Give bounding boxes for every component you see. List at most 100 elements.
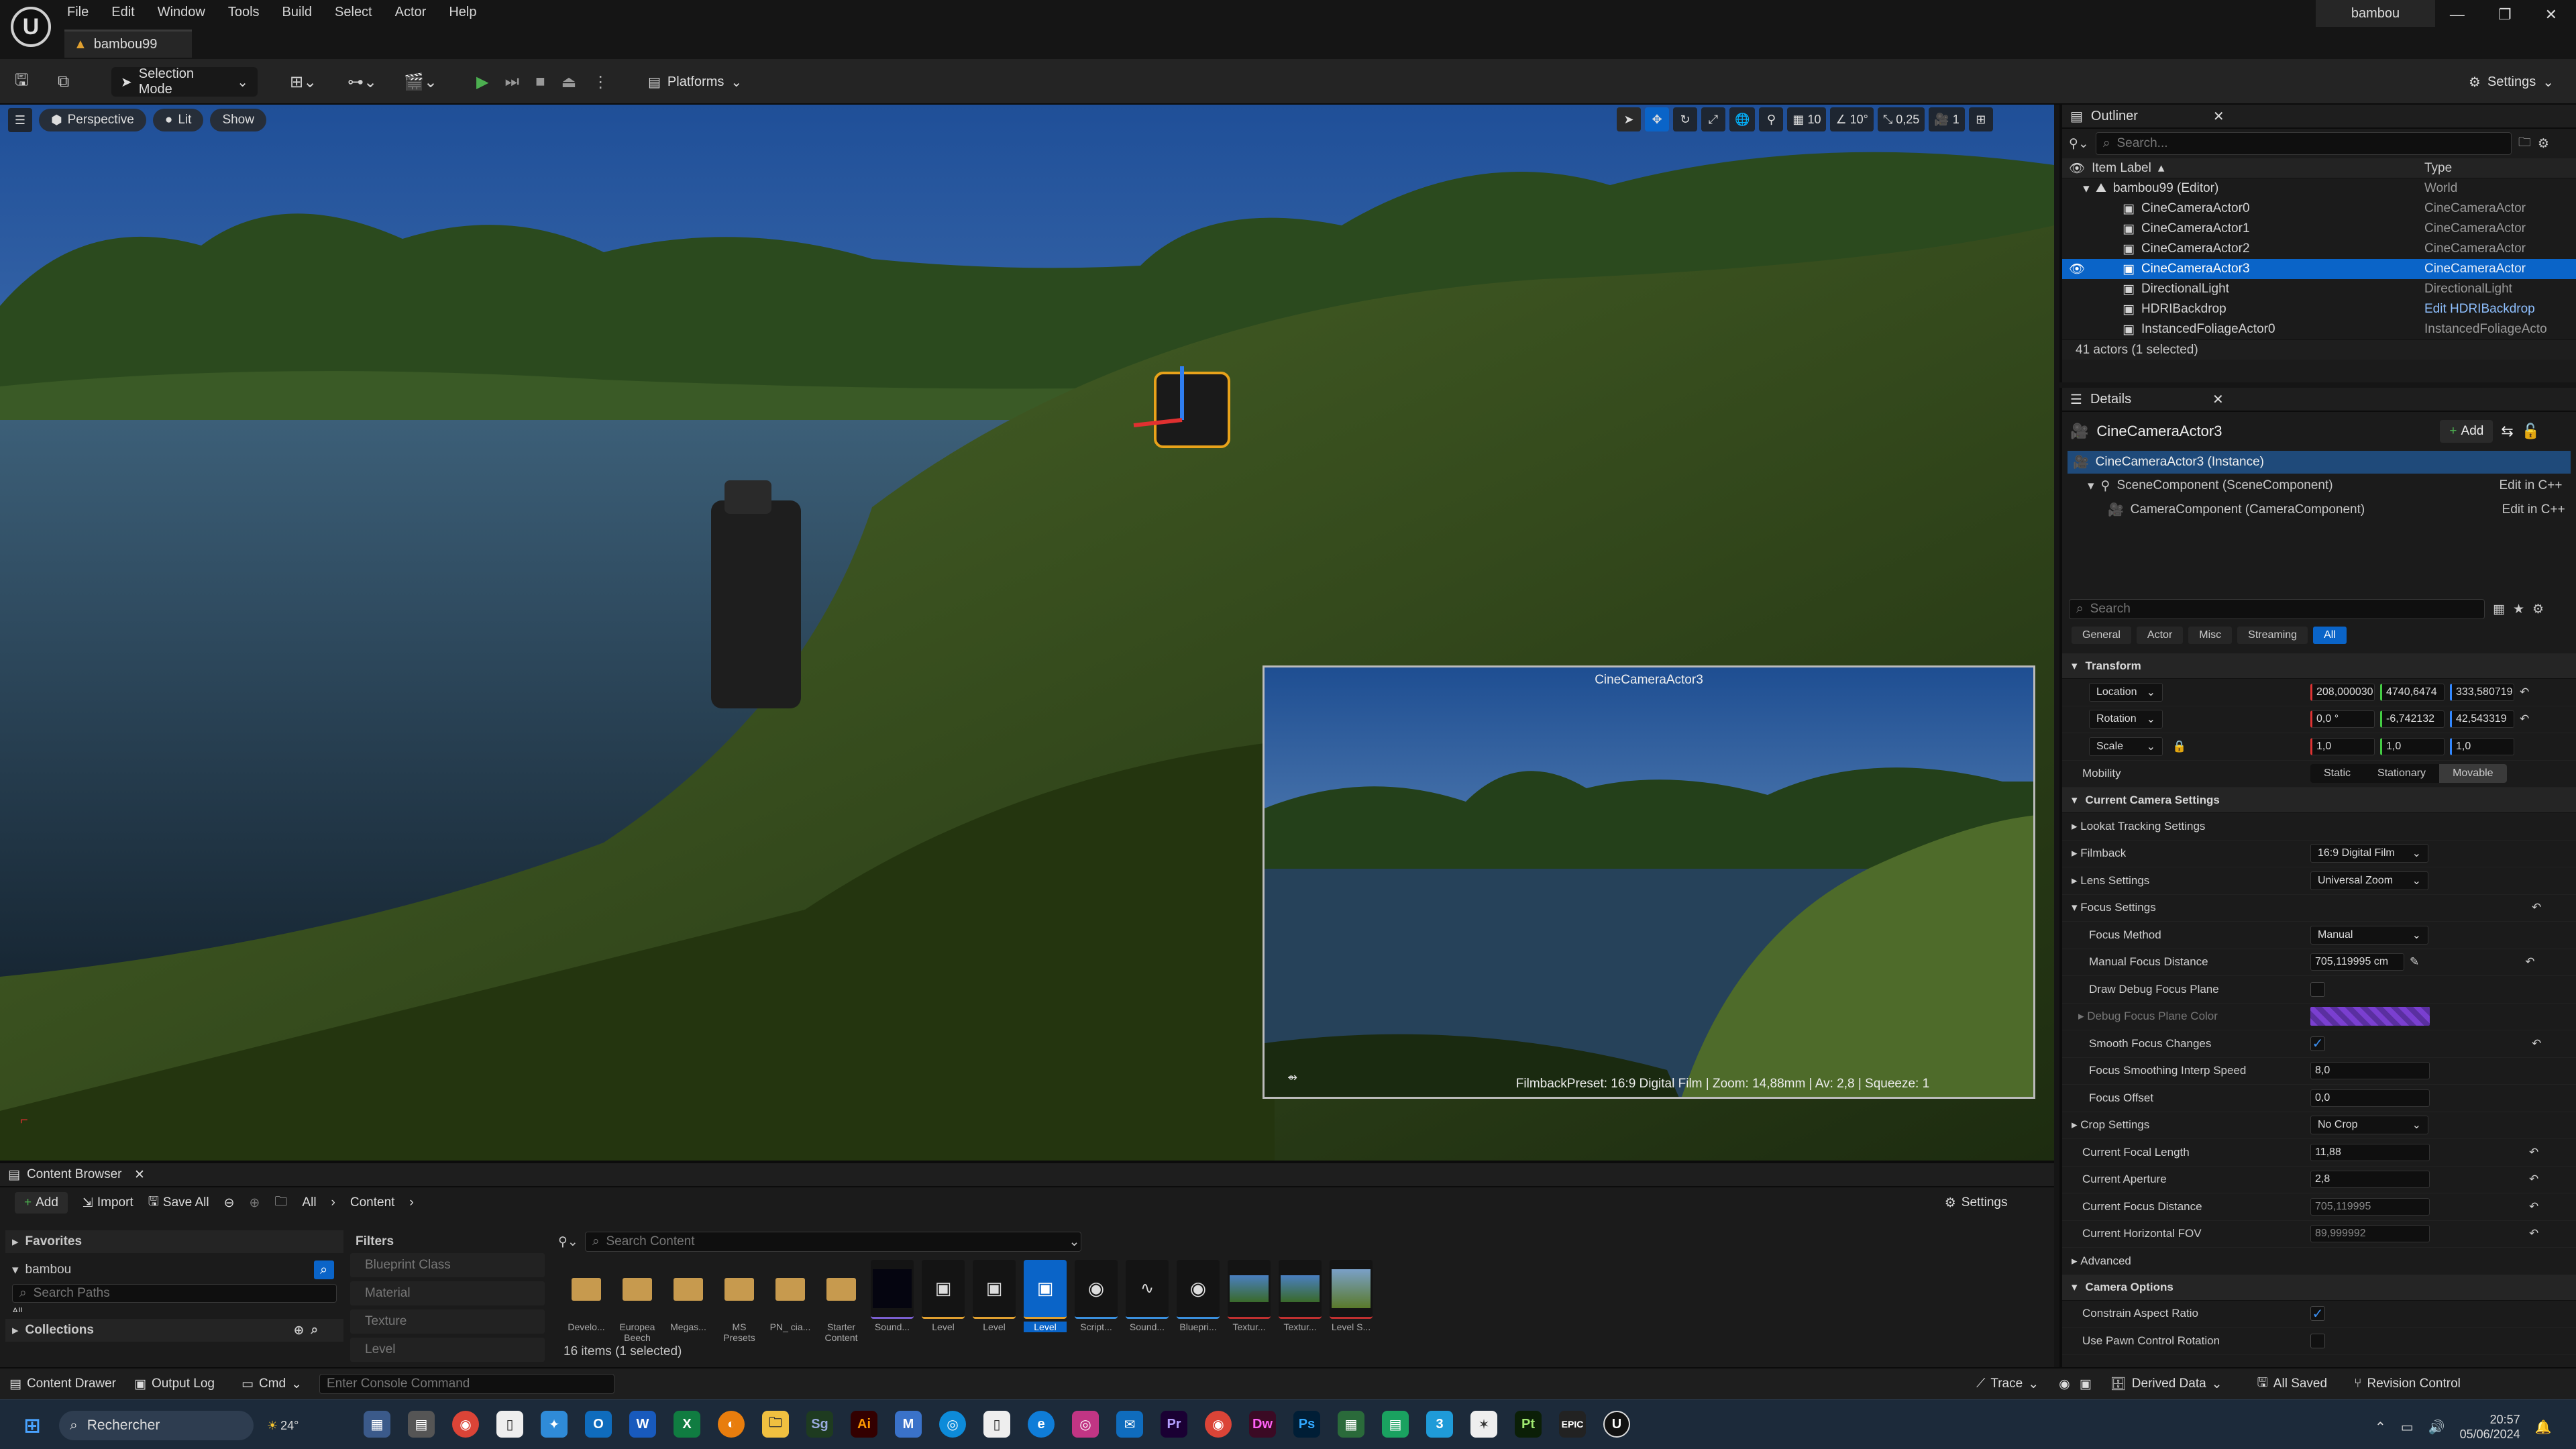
collections-header[interactable]: ▸ Collections ⊕ ⌕ [5, 1319, 343, 1342]
lock-icon[interactable]: 🔒 [2172, 740, 2186, 753]
filter-level[interactable]: Level [350, 1338, 545, 1362]
scale-tool-icon[interactable]: ⤢ [1701, 107, 1725, 131]
asset-tile[interactable]: Starter Content [820, 1260, 863, 1343]
asset-tile[interactable]: ◉ Script... [1075, 1260, 1118, 1332]
scale-z-field[interactable]: 1,0 [2450, 737, 2514, 755]
advanced-row[interactable]: ▸ Advanced [2062, 1248, 2576, 1275]
viewport-menu-button[interactable]: ☰ [8, 108, 32, 132]
add-actor-icon[interactable]: ⊞⌄ [290, 72, 317, 92]
outlook-app-icon[interactable]: O [585, 1411, 612, 1438]
outliner-row[interactable]: ▣ CineCameraActor0 CineCameraActor [2062, 199, 2576, 219]
location-y-field[interactable]: 4740,6474 [2380, 683, 2445, 701]
lock-icon[interactable]: 🔓 [2522, 423, 2540, 440]
filter-icon[interactable]: ⚲⌄ [558, 1234, 578, 1250]
menu-actor[interactable]: Actor [395, 5, 427, 20]
chrome-app-icon[interactable]: ◉ [452, 1411, 479, 1438]
painter-app-icon[interactable]: Pt [1515, 1411, 1542, 1438]
history-back-icon[interactable]: ⊖ [224, 1195, 235, 1211]
menu-tools[interactable]: Tools [228, 5, 260, 20]
outliner-row[interactable]: ▣ InstancedFoliageActor0 InstancedFoliageA… [2062, 319, 2576, 339]
outlook2-app-icon[interactable]: ✉ [1116, 1411, 1143, 1438]
edit-cpp-link[interactable]: Edit in C++ [2499, 478, 2562, 493]
unreal-app-icon[interactable]: U [1603, 1411, 1630, 1438]
premiere-app-icon[interactable]: Pr [1161, 1411, 1187, 1438]
menu-edit[interactable]: Edit [111, 5, 134, 20]
focus-method-dropdown[interactable]: Manual ⌄ [2310, 925, 2428, 945]
visibility-icon[interactable]: 👁 [2069, 261, 2116, 277]
asset-tile[interactable]: Textur... [1228, 1260, 1271, 1332]
menu-help[interactable]: Help [449, 5, 476, 20]
explorer-app-icon[interactable]: 🗀 [762, 1411, 789, 1438]
content-browser-tab[interactable]: ▤ Content Browser ✕ [0, 1163, 2054, 1187]
project-header[interactable]: ▾ bambou ⌕ [5, 1258, 343, 1281]
3ds-app-icon[interactable]: 3 [1426, 1411, 1453, 1438]
step-icon[interactable]: ⏭ [504, 72, 519, 91]
stop-icon[interactable]: ■ [535, 72, 545, 91]
taskbar-search[interactable]: ⌕ Rechercher [59, 1411, 254, 1440]
settings-dropdown[interactable]: ⚙ Settings ⌄ [2469, 67, 2554, 97]
asset-tile[interactable]: PN_ cia... [769, 1260, 812, 1332]
notepad-app-icon[interactable]: ▯ [496, 1411, 523, 1438]
filter-tab-streaming[interactable]: Streaming [2237, 627, 2308, 644]
mobility-static[interactable]: Static [2310, 764, 2364, 783]
translate-tool-icon[interactable]: ✥ [1645, 107, 1669, 131]
reset-icon[interactable]: ↶ [2529, 1173, 2538, 1186]
outliner-row[interactable]: ▣ CineCameraActor1 CineCameraActor [2062, 219, 2576, 239]
crop-dropdown[interactable]: No Crop ⌄ [2310, 1116, 2428, 1135]
record-icon[interactable]: ◉ [2059, 1377, 2070, 1392]
menu-file[interactable]: File [67, 5, 89, 20]
reset-icon[interactable]: ↶ [2532, 1037, 2541, 1051]
close-icon[interactable]: ✕ [2545, 6, 2557, 23]
smooth-speed-field[interactable]: 8,0 [2310, 1062, 2430, 1080]
show-button[interactable]: Show [210, 109, 266, 131]
folder-tree-all[interactable]: All [12, 1305, 337, 1312]
notification-icon[interactable]: 🔔 [2535, 1419, 2552, 1436]
rotation-x-field[interactable]: 0,0 ° [2310, 710, 2375, 729]
outliner-search[interactable]: ⌕ Search... [2095, 132, 2512, 155]
breadcrumb-content[interactable]: Content [350, 1195, 395, 1210]
outliner-row[interactable]: 👁 ▣ CineCameraActor3 CineCameraActor [2062, 259, 2576, 279]
console-input[interactable]: Enter Console Command [319, 1374, 614, 1394]
speedtree-app-icon[interactable]: Sg [806, 1411, 833, 1438]
close-icon[interactable]: ✕ [2212, 391, 2224, 408]
reset-icon[interactable]: ↶ [2529, 1200, 2538, 1214]
focus-settings-row[interactable]: ▾ Focus Settings ↶ [2062, 895, 2576, 922]
filter-tab-general[interactable]: General [2072, 627, 2131, 644]
filter-tab-actor[interactable]: Actor [2136, 627, 2184, 644]
filter-icon[interactable]: ⚲⌄ [2069, 136, 2089, 152]
lookat-row[interactable]: ▸ Lookat Tracking Settings [2062, 813, 2576, 841]
chrome2-app-icon[interactable]: ◉ [1205, 1411, 1232, 1438]
asset-tile[interactable]: MS Presets [718, 1260, 761, 1343]
section-camera-settings[interactable]: ▾ Current Camera Settings [2062, 788, 2576, 813]
smooth-focus-checkbox[interactable]: ✓ [2310, 1036, 2325, 1051]
menu-build[interactable]: Build [282, 5, 312, 20]
aperture-field[interactable]: 2,8 [2310, 1171, 2430, 1189]
windows-start-icon[interactable]: ⊞ [19, 1412, 46, 1439]
location-dropdown[interactable]: Location ⌄ [2089, 682, 2163, 702]
add-collection-icon[interactable]: ⊕ [294, 1323, 305, 1338]
steam-app-icon[interactable]: ◎ [939, 1411, 966, 1438]
asset-tile[interactable]: ▣ Level [922, 1260, 965, 1332]
excel-app-icon[interactable]: X [674, 1411, 700, 1438]
world-space-icon[interactable]: 🌐 [1729, 107, 1756, 131]
sheets-app-icon[interactable]: ▤ [1382, 1411, 1409, 1438]
scale-snap-button[interactable]: ⤡ 0,25 [1877, 107, 1925, 131]
asset-tile[interactable]: ∿ Sound... [1126, 1260, 1169, 1332]
asset-tile[interactable]: ◉ Bluepri... [1177, 1260, 1220, 1332]
selection-mode-dropdown[interactable]: ➤ Selection Mode ⌄ [111, 66, 258, 97]
camera-speed-button[interactable]: 🎥 1 [1929, 107, 1965, 131]
history-forward-icon[interactable]: ⊕ [249, 1195, 260, 1211]
section-camera-options[interactable]: ▾ Camera Options [2062, 1275, 2576, 1301]
blueprint-icon[interactable]: ⊶⌄ [347, 72, 377, 92]
trace-dropdown[interactable]: ⟋ Trace ⌄ [1976, 1377, 2039, 1392]
star-icon[interactable]: ★ [2513, 602, 2524, 617]
reset-icon[interactable]: ↶ [2520, 686, 2529, 699]
constrain-checkbox[interactable]: ✓ [2310, 1306, 2325, 1322]
edit-cpp-link[interactable]: Edit in C++ [2502, 502, 2565, 517]
inkscape-app-icon[interactable]: ✶ [1470, 1411, 1497, 1438]
visibility-icon[interactable]: ▾ [2069, 181, 2090, 197]
gear-icon[interactable]: ⚙ [2538, 136, 2549, 152]
scale-dropdown[interactable]: Scale ⌄ [2089, 737, 2163, 756]
minecraft-app-icon[interactable]: ▦ [1338, 1411, 1364, 1438]
filter-tab-misc[interactable]: Misc [2188, 627, 2233, 644]
